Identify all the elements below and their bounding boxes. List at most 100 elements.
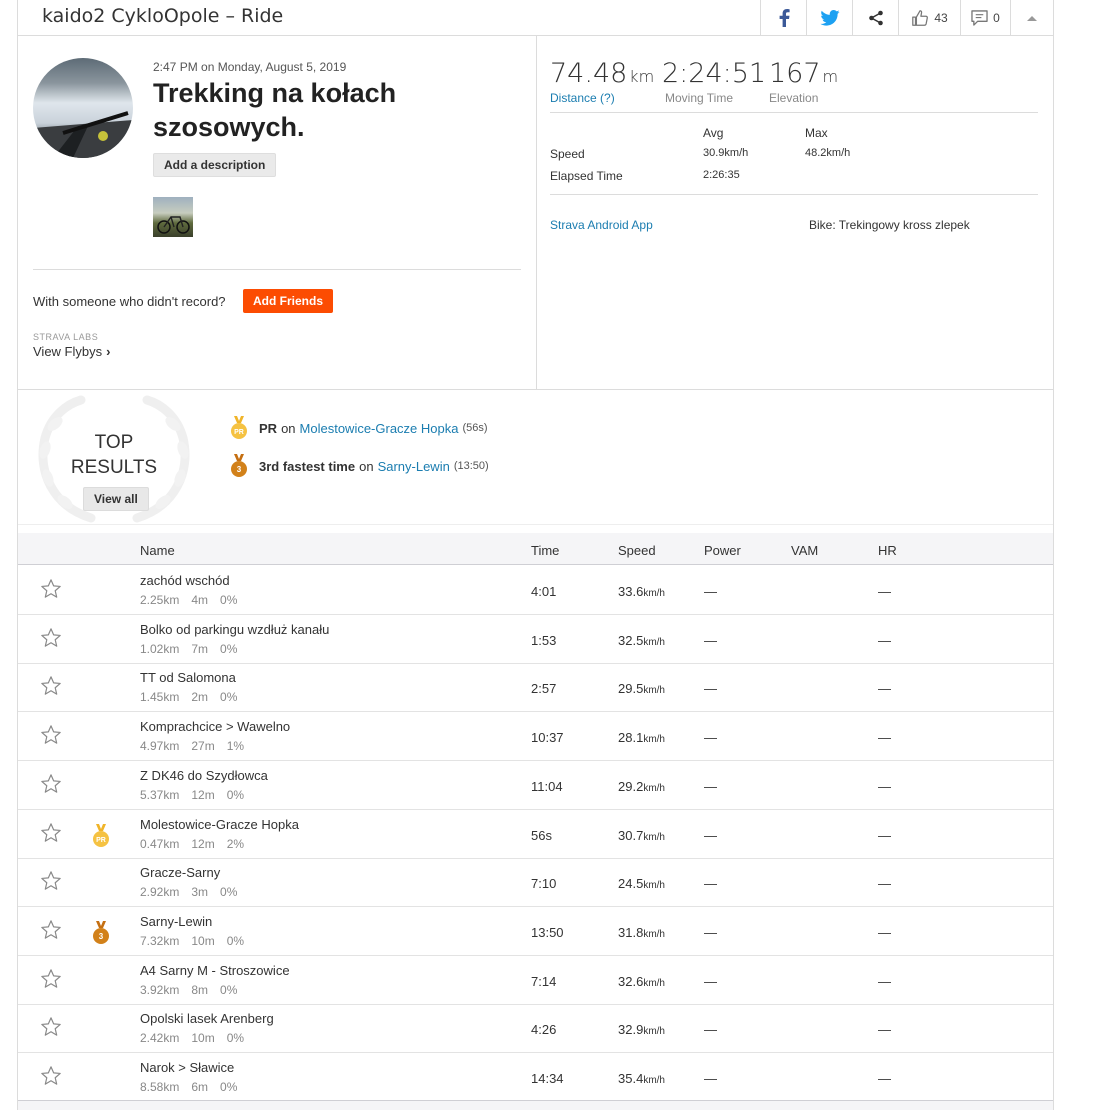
segment-name-link[interactable]: Gracze-Sarny	[140, 865, 220, 880]
star-segment-icon[interactable]	[40, 675, 62, 702]
segment-power: —	[704, 924, 717, 940]
star-segment-icon[interactable]	[40, 1065, 62, 1092]
star-segment-icon[interactable]	[40, 919, 62, 946]
star-segment-icon[interactable]	[40, 870, 62, 897]
star-segment-icon[interactable]	[40, 627, 62, 654]
segment-stats: 2.92km 3m 0%	[140, 885, 249, 899]
collapse-button[interactable]	[1010, 0, 1053, 35]
segment-elevation: 10m	[191, 1031, 215, 1046]
segment-grade: 0%	[220, 690, 238, 705]
kudos-count: 43	[934, 10, 948, 25]
comment-icon	[971, 9, 988, 26]
star-segment-icon[interactable]	[40, 724, 62, 751]
table-row[interactable]: zachód wschód 2.25km 4m 0% 4:01 33.6km/h — —	[18, 566, 1053, 615]
bike-photo	[157, 216, 190, 234]
table-row[interactable]: Gracze-Sarny 2.92km 3m 0% 7:10 24.5km/h — —	[18, 858, 1053, 908]
segment-power: —	[704, 632, 717, 648]
table-row[interactable]: Opolski lasek Arenberg 2.42km 10m 0% 4:26 32.…	[18, 1004, 1053, 1054]
segment-time: 11:04	[531, 778, 563, 794]
column-header-hr[interactable]: HR	[878, 543, 897, 558]
segment-name-link[interactable]: Bolko od parkingu wzdłuż kanału	[140, 622, 329, 637]
table-row[interactable]: PR Molestowice-Gracze Hopka 0.47km 12m 2% 56s…	[18, 810, 1053, 859]
segment-name-link[interactable]: Z DK46 do Szydłowca	[140, 768, 268, 783]
athlete-avatar[interactable]	[33, 58, 133, 158]
segment-grade: 2%	[226, 836, 245, 851]
table-row[interactable]: Narok > Sławice 8.58km 6m 0% 14:34 35.4km/h — —	[18, 1053, 1053, 1102]
segment-grade: 0%	[226, 1031, 245, 1046]
thumbs-up-icon	[912, 9, 929, 26]
segment-distance: 2.25km	[140, 593, 180, 607]
segments-table-header: Name Time Speed Power VAM HR	[18, 533, 1053, 565]
segment-name-link[interactable]: Komprachcice > Wawelno	[140, 719, 290, 734]
segment-hr: —	[878, 876, 891, 892]
segment-time: 10:37	[531, 730, 564, 746]
activity-header: kaido2 CykloOpole – Ride 43 0	[18, 0, 1053, 36]
share-button[interactable]	[852, 0, 898, 35]
distance-label-link[interactable]: Distance (?)	[550, 91, 615, 105]
segment-link[interactable]: Sarny-Lewin	[378, 459, 450, 474]
star-segment-icon[interactable]	[40, 578, 62, 605]
activity-page: kaido2 CykloOpole – Ride 43 0 2:47 PM on…	[17, 0, 1054, 1110]
segment-name-link[interactable]: A4 Sarny M - Stroszowice	[140, 963, 290, 978]
segment-stats: 4.97km 27m 1%	[140, 739, 256, 753]
moving-time-label: Moving Time	[665, 91, 734, 105]
column-header-name[interactable]: Name	[140, 543, 175, 558]
pr-medal-icon: PR	[93, 823, 109, 853]
segment-name-link[interactable]: zachód wschód	[140, 573, 230, 588]
segment-distance: 2.42km	[140, 1031, 180, 1046]
comments-count: 0	[993, 10, 1000, 25]
segment-power: —	[704, 730, 717, 746]
star-segment-icon[interactable]	[40, 822, 62, 849]
elevation-label: Elevation	[769, 91, 819, 105]
segment-name-link[interactable]: Sarny-Lewin	[140, 914, 212, 929]
activity-photo-thumbnail[interactable]	[153, 197, 193, 237]
kudos-button[interactable]: 43	[898, 0, 960, 35]
share-icon	[868, 10, 883, 25]
speed-avg: 30.9km/h	[703, 147, 749, 159]
pr-medal-icon: PR	[231, 416, 247, 439]
column-header-vam[interactable]: VAM	[791, 543, 818, 558]
svg-text:3: 3	[237, 465, 242, 474]
twitter-share-button[interactable]	[806, 0, 852, 35]
segment-power: —	[704, 827, 717, 843]
table-row[interactable]: Komprachcice > Wawelno 4.97km 27m 1% 10:37 28…	[18, 712, 1053, 762]
segment-elevation: 27m	[191, 739, 215, 754]
segment-time: 14:34	[531, 1071, 564, 1086]
segment-speed: 30.7km/h	[618, 827, 665, 843]
segment-grade: 1%	[226, 739, 245, 754]
segment-name-link[interactable]: Narok > Sławice	[140, 1060, 234, 1075]
segment-name-link[interactable]: Opolski lasek Arenberg	[140, 1011, 274, 1026]
table-row[interactable]: Z DK46 do Szydłowca 5.37km 12m 0% 11:04 29.2k…	[18, 761, 1053, 810]
table-row[interactable]: TT od Salomona 1.45km 2m 0% 2:57 29.5km/h — —	[18, 663, 1053, 713]
table-row[interactable]: Bolko od parkingu wzdłuż kanału 1.02km 7m 0…	[18, 615, 1053, 664]
segment-speed: 32.9km/h	[618, 1022, 665, 1038]
segment-distance: 4.97km	[140, 739, 180, 754]
column-header-power[interactable]: Power	[704, 543, 741, 558]
segment-speed: 28.1km/h	[618, 730, 665, 746]
star-segment-icon[interactable]	[40, 1016, 62, 1043]
star-segment-icon[interactable]	[40, 773, 62, 800]
device-link[interactable]: Strava Android App	[550, 218, 653, 232]
segment-grade: 0%	[220, 885, 238, 900]
divider	[33, 269, 521, 270]
table-row[interactable]: A4 Sarny M - Stroszowice 3.92km 8m 0% 7:14 32…	[18, 956, 1053, 1005]
column-header-speed[interactable]: Speed	[618, 543, 656, 558]
star-segment-icon[interactable]	[40, 968, 62, 995]
add-description-button[interactable]: Add a description	[153, 153, 277, 177]
column-header-time[interactable]: Time	[531, 543, 559, 558]
table-row[interactable]: 3 Sarny-Lewin 7.32km 10m 0% 13:50 31.8km/h — —	[18, 907, 1053, 956]
view-all-button[interactable]: View all	[83, 487, 149, 511]
top-results: TOP RESULTS View all PR PR on Molestowic…	[18, 389, 1053, 525]
segment-link[interactable]: Molestowice-Gracze Hopka	[300, 421, 459, 436]
segment-hr: —	[878, 827, 891, 843]
segment-stats: 2.42km 10m 0%	[140, 1031, 256, 1045]
segment-power: —	[704, 876, 717, 892]
view-flybys-link[interactable]: View Flybys ›	[33, 344, 110, 359]
segment-grade: 0%	[220, 982, 238, 997]
comments-button[interactable]: 0	[960, 0, 1010, 35]
segment-name-link[interactable]: TT od Salomona	[140, 670, 236, 685]
segment-power: —	[704, 973, 717, 989]
facebook-share-button[interactable]	[760, 0, 806, 35]
add-friends-button[interactable]: Add Friends	[243, 289, 334, 313]
segment-name-link[interactable]: Molestowice-Gracze Hopka	[140, 817, 299, 832]
